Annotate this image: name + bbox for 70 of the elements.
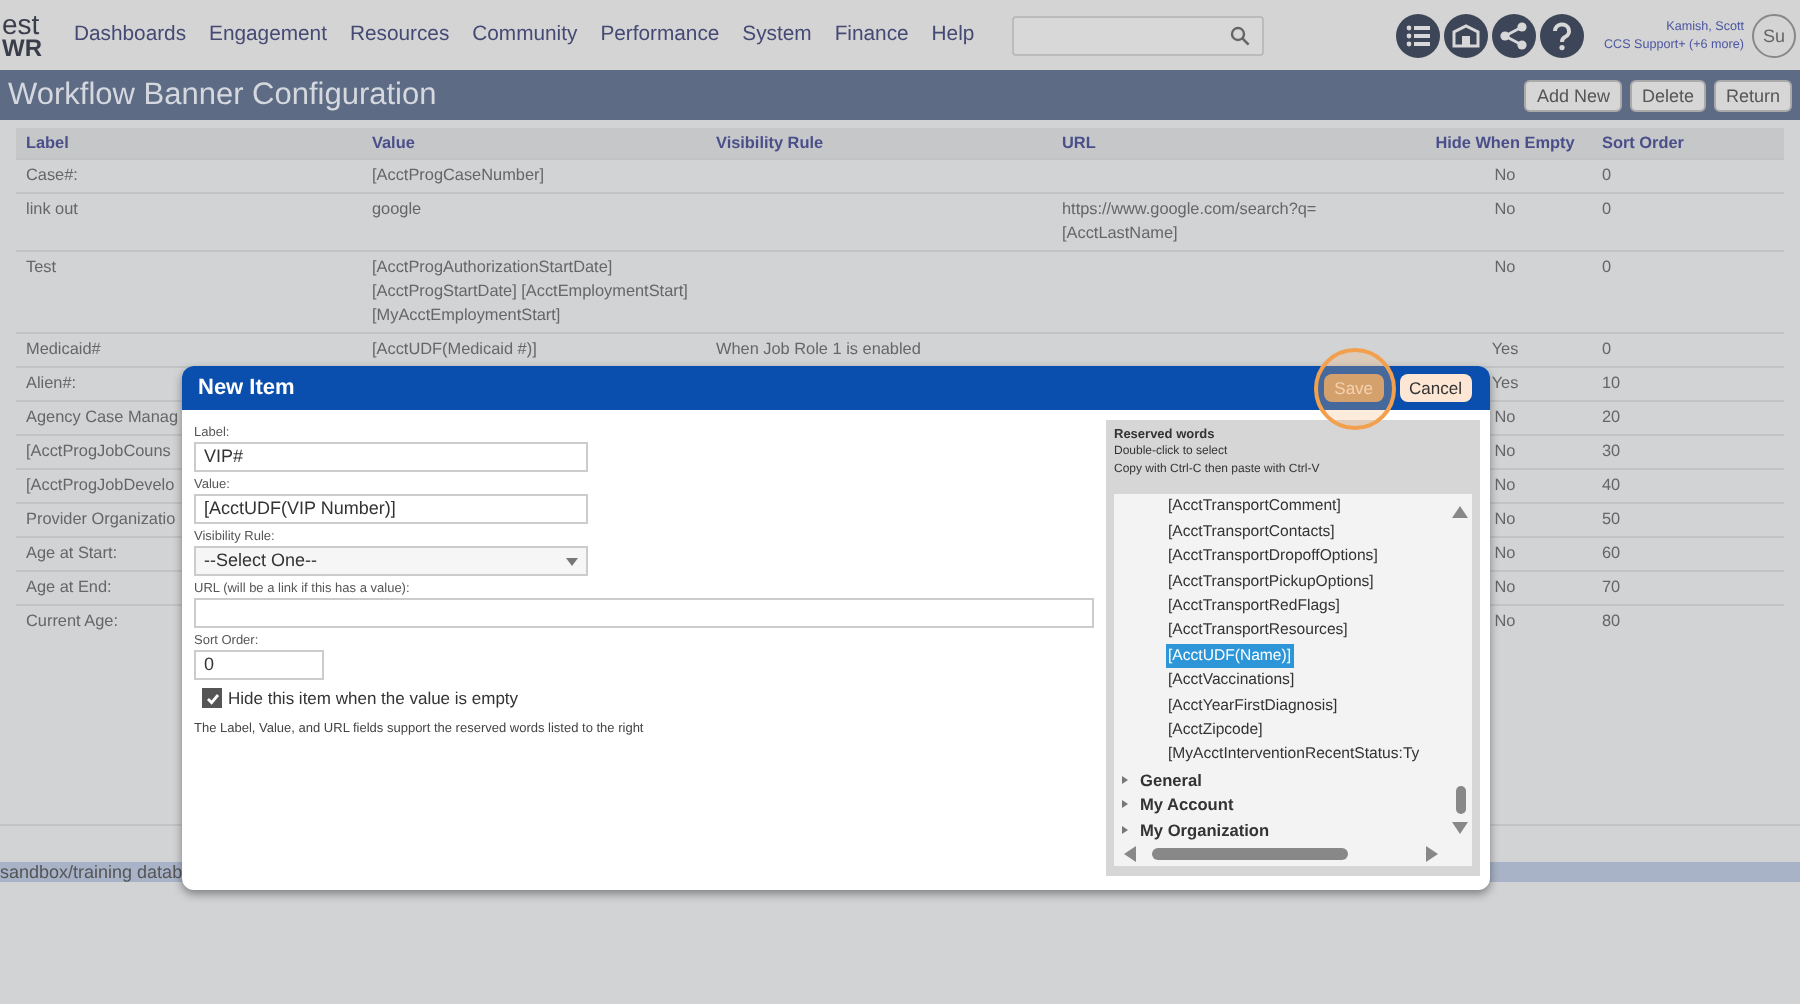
help-icon[interactable] [1540, 13, 1585, 57]
table-cell: Test [16, 250, 362, 332]
table-cell: 60 [1592, 536, 1784, 570]
nav-menu-item[interactable]: Dashboards [74, 24, 187, 46]
input-field[interactable]: [AcctUDF(VIP Number)] [194, 494, 588, 525]
table-cell: No [1418, 158, 1592, 192]
table-cell: link out [16, 192, 362, 250]
table-cell: google [362, 192, 706, 250]
scroll-up-icon[interactable] [1452, 506, 1468, 519]
cancel-button[interactable]: Cancel [1399, 374, 1472, 403]
table-cell: 0 [1592, 332, 1784, 366]
expander-icon[interactable] [1122, 776, 1128, 785]
table-cell: 50 [1592, 502, 1784, 536]
toolbar-button[interactable]: Delete [1629, 79, 1706, 111]
table-cell: 0 [1592, 192, 1784, 250]
nav-menu-item[interactable]: System [742, 24, 812, 46]
nav-menu-item[interactable]: Help [931, 24, 975, 46]
toolbar-button[interactable]: Return [1713, 79, 1792, 111]
table-cell: https://www.google.com/search?q= [AcctLastName] [1052, 192, 1418, 250]
table-cell: 0 [1592, 158, 1784, 192]
table-cell: Case#: [16, 158, 362, 192]
scroll-left-icon[interactable] [1124, 846, 1136, 862]
share-icon[interactable] [1492, 13, 1537, 57]
expander-icon[interactable] [1122, 825, 1128, 834]
status-text: sandbox/training datab [0, 862, 183, 882]
table-cell: 40 [1592, 468, 1784, 502]
input-field[interactable]: 0 [194, 650, 324, 681]
tree-group[interactable]: My Organization [1140, 819, 1270, 840]
scroll-right-icon[interactable] [1426, 846, 1438, 862]
input-field[interactable] [194, 598, 1094, 629]
nav-menu-item[interactable]: Community [472, 24, 578, 46]
nav-menu-item[interactable]: Engagement [209, 24, 327, 46]
table-cell: 70 [1592, 570, 1784, 604]
scrollbar-thumb[interactable] [1152, 848, 1348, 860]
building-icon[interactable] [1444, 13, 1489, 57]
dialog-title: New Item [198, 376, 295, 401]
avatar[interactable]: Su [1752, 13, 1796, 57]
table-cell: [AcctProgCaseNumber] [362, 158, 706, 192]
tree-group[interactable]: My Account [1140, 794, 1234, 815]
column-header[interactable]: Sort Order [1592, 128, 1784, 158]
toolbar-button[interactable]: Add New [1524, 79, 1622, 111]
table-cell: 0 [1592, 250, 1784, 332]
table-cell: No [1418, 250, 1592, 332]
table-cell: No [1418, 192, 1592, 250]
dropdown[interactable]: --Select One-- [194, 546, 588, 577]
table-cell: 10 [1592, 366, 1784, 400]
search-icon[interactable] [1230, 25, 1251, 45]
nav-menu-item[interactable]: Performance [600, 24, 720, 46]
checkbox-label[interactable]: Hide this item when the value is empty [228, 688, 519, 709]
list-icon[interactable] [1396, 13, 1441, 57]
column-header[interactable]: Label [16, 128, 362, 158]
app-logo[interactable]: est WR [2, 11, 46, 59]
column-header[interactable]: Visibility Rule [706, 128, 1052, 158]
table-cell: 80 [1592, 604, 1784, 638]
scrollbar-thumb[interactable] [1455, 786, 1465, 814]
column-header[interactable]: URL [1052, 128, 1418, 158]
table-cell: 30 [1592, 434, 1784, 468]
expander-icon[interactable] [1122, 800, 1128, 809]
column-header[interactable]: Hide When Empty [1418, 128, 1592, 158]
nav-menu-item[interactable]: Finance [834, 24, 909, 46]
table-cell: 20 [1592, 400, 1784, 434]
tree-group[interactable]: General [1140, 770, 1202, 791]
column-header[interactable]: Value [362, 128, 706, 158]
nav-menu-item[interactable]: Resources [349, 24, 450, 46]
caret-icon [566, 557, 578, 566]
table-cell: [AcctProgAuthorizationStartDate] [AcctProgStartDate] [AcctEmploymentStart] [MyAcctEmploymentStart] [362, 250, 706, 332]
search-field[interactable] [1012, 15, 1265, 55]
input-field[interactable]: VIP# [194, 442, 588, 473]
page-title: Workflow Banner Configuration [8, 77, 437, 113]
checkbox[interactable] [202, 688, 222, 709]
